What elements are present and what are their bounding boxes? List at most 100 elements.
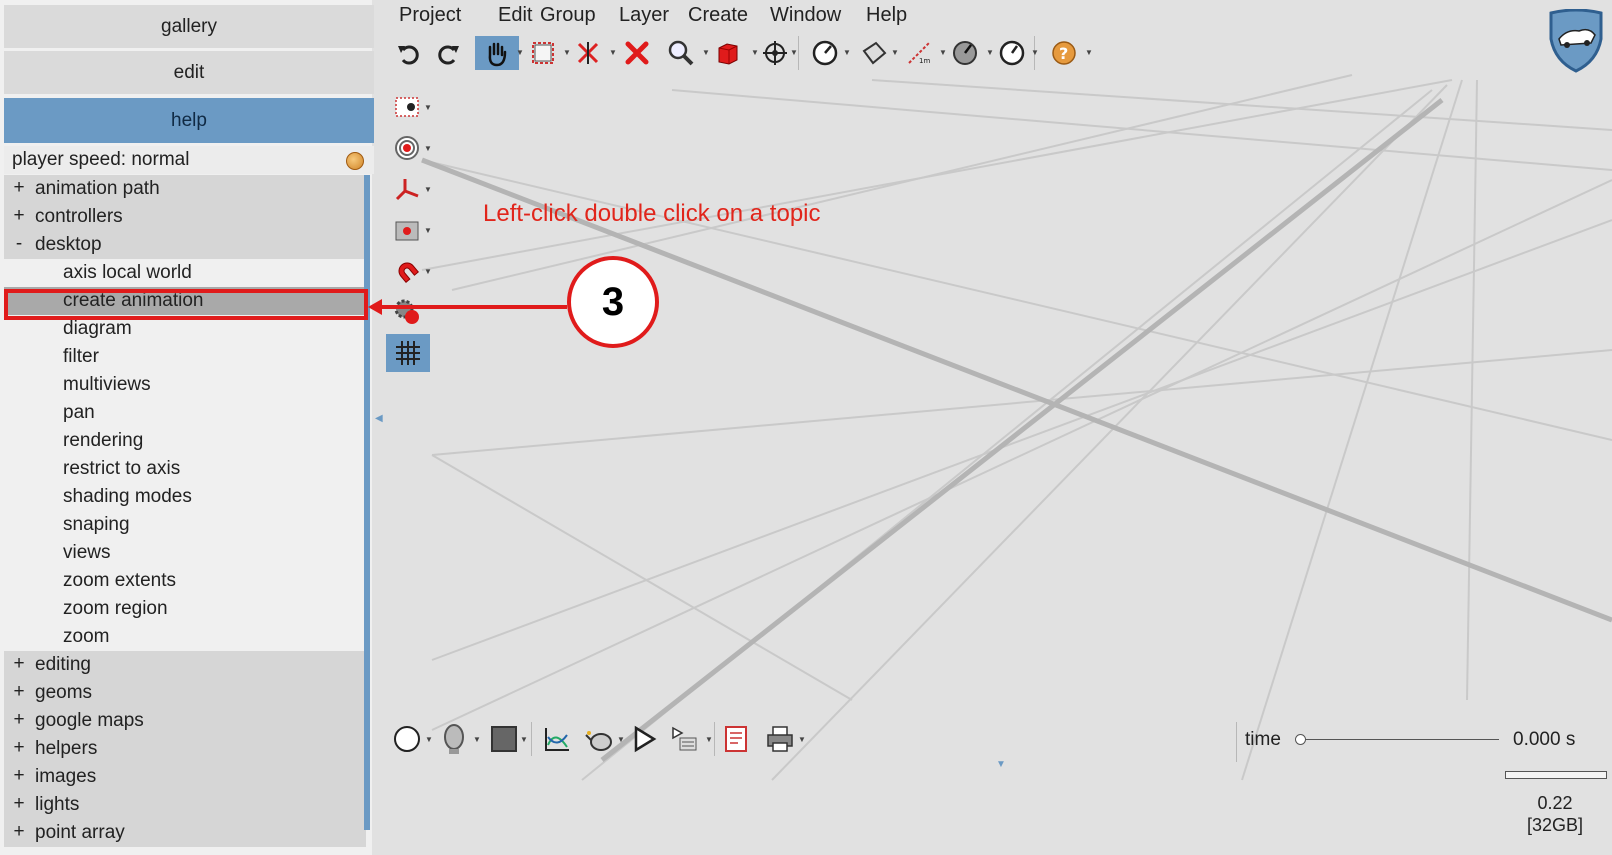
tree-item-shading-modes[interactable]: shading modes [4,483,366,511]
help-button[interactable]: help [4,98,374,143]
tree-item-pan[interactable]: pan [4,399,366,427]
tree-item-zoom-extents[interactable]: zoom extents [4,567,366,595]
tree-item-zoom-region[interactable]: zoom region [4,595,366,623]
expand-icon[interactable]: + [12,765,26,787]
tree-group-images[interactable]: + images [4,763,366,791]
menu-help[interactable]: Help [866,4,907,27]
collapse-panel-icon[interactable]: ◀ [375,413,383,424]
tree-group-editing[interactable]: + editing [4,651,366,679]
red-cube-icon[interactable] [711,36,745,70]
speed-icon[interactable] [948,36,982,70]
expand-icon[interactable]: + [12,709,26,731]
paper-icon[interactable] [857,36,891,70]
undo-icon[interactable] [391,36,425,70]
tree-group-animation-path[interactable]: + animation path [4,175,366,203]
edit-button[interactable]: edit [4,51,374,94]
move-icon[interactable] [758,36,792,70]
chevron-down-icon[interactable]: ▼ [609,48,617,57]
tree-group-point-array[interactable]: + point array [4,819,366,847]
tree-item-multiviews[interactable]: multiviews [4,371,366,399]
chevron-down-icon[interactable]: ▼ [617,735,625,744]
chevron-down-icon[interactable]: ▼ [705,735,713,744]
chevron-down-icon[interactable]: ▼ [798,735,806,744]
head-icon[interactable] [437,722,471,756]
chevron-down-icon[interactable]: ▼ [891,48,899,57]
tree-item-zoom[interactable]: zoom [4,623,366,651]
tree-item-filter[interactable]: filter [4,343,366,371]
tree-group-geoms[interactable]: + geoms [4,679,366,707]
chevron-down-icon[interactable]: ▼ [425,735,433,744]
delete-selection-icon[interactable] [571,36,605,70]
expand-icon[interactable]: + [12,821,26,843]
collapse-icon[interactable]: - [12,233,26,255]
time-slider-track[interactable] [1299,739,1499,740]
speed-refresh-icon[interactable] [346,152,364,170]
graph-icon[interactable] [540,722,574,756]
chevron-down-icon[interactable]: ▼ [1085,48,1093,57]
chevron-down-icon[interactable]: ▼ [473,735,481,744]
delete-icon[interactable] [620,36,654,70]
tree-group-desktop[interactable]: - desktop [4,231,366,259]
select-rectangle-icon[interactable] [526,36,560,70]
target-icon[interactable] [390,131,424,165]
tree-item-views[interactable]: views [4,539,366,567]
expand-bottom-icon[interactable]: ▼ [996,759,1006,770]
chevron-down-icon[interactable]: ▼ [751,48,759,57]
tree-item-restrict-to-axis[interactable]: restrict to axis [4,455,366,483]
help-icon[interactable]: ? [1047,36,1081,70]
tree-group-lights[interactable]: + lights [4,791,366,819]
magnet-icon[interactable] [390,254,424,288]
chevron-down-icon[interactable]: ▼ [1031,48,1039,57]
redo-icon[interactable] [432,36,466,70]
rotate-icon[interactable] [808,36,842,70]
tree-item-axis-local-world[interactable]: axis local world [4,259,366,287]
menu-group[interactable]: Group [540,4,596,27]
tree-group-google-maps[interactable]: + google maps [4,707,366,735]
zoom-icon[interactable] [664,36,698,70]
pan-hand-icon[interactable] [475,36,519,70]
axis-icon[interactable] [390,172,424,206]
playlist-icon[interactable] [668,722,702,756]
menu-create[interactable]: Create [688,4,748,27]
chevron-down-icon[interactable]: ▼ [843,48,851,57]
tree-item-snaping[interactable]: snaping [4,511,366,539]
menu-project[interactable]: Project [399,4,461,27]
chevron-down-icon[interactable]: ▼ [702,48,710,57]
expand-icon[interactable]: + [12,681,26,703]
grid-icon[interactable] [386,334,430,372]
settings-record-icon[interactable] [390,295,424,329]
chevron-down-icon[interactable]: ▼ [986,48,994,57]
snap-point-icon[interactable] [390,90,424,124]
tree-group-controllers[interactable]: + controllers [4,203,366,231]
chevron-down-icon[interactable]: ▼ [563,48,571,57]
player-speed-row[interactable]: player speed: normal [4,146,374,174]
measure-icon[interactable]: 1m [902,36,936,70]
menu-edit[interactable]: Edit [498,4,532,27]
menu-layer[interactable]: Layer [619,4,669,27]
gallery-button[interactable]: gallery [4,5,374,48]
time-slider-handle[interactable] [1295,734,1306,745]
chevron-down-icon[interactable]: ▼ [424,267,432,276]
camera-icon[interactable] [390,213,424,247]
expand-icon[interactable]: + [12,177,26,199]
play-icon[interactable] [627,722,661,756]
chevron-down-icon[interactable]: ▼ [520,735,528,744]
tree-group-helpers[interactable]: + helpers [4,735,366,763]
chevron-down-icon[interactable]: ▼ [516,48,524,57]
chevron-down-icon[interactable]: ▼ [424,144,432,153]
chevron-down-icon[interactable]: ▼ [424,226,432,235]
print-icon[interactable] [763,722,797,756]
chevron-down-icon[interactable]: ▼ [790,48,798,57]
chevron-down-icon[interactable]: ▼ [424,185,432,194]
teapot-icon[interactable] [583,722,617,756]
square-icon[interactable] [487,722,521,756]
expand-icon[interactable]: + [12,205,26,227]
chevron-down-icon[interactable]: ▼ [424,103,432,112]
sphere-icon[interactable] [390,722,424,756]
clock-icon[interactable] [995,36,1029,70]
expand-icon[interactable]: + [12,653,26,675]
menu-window[interactable]: Window [770,4,841,27]
expand-icon[interactable]: + [12,737,26,759]
chevron-down-icon[interactable]: ▼ [939,48,947,57]
report-icon[interactable] [719,722,753,756]
